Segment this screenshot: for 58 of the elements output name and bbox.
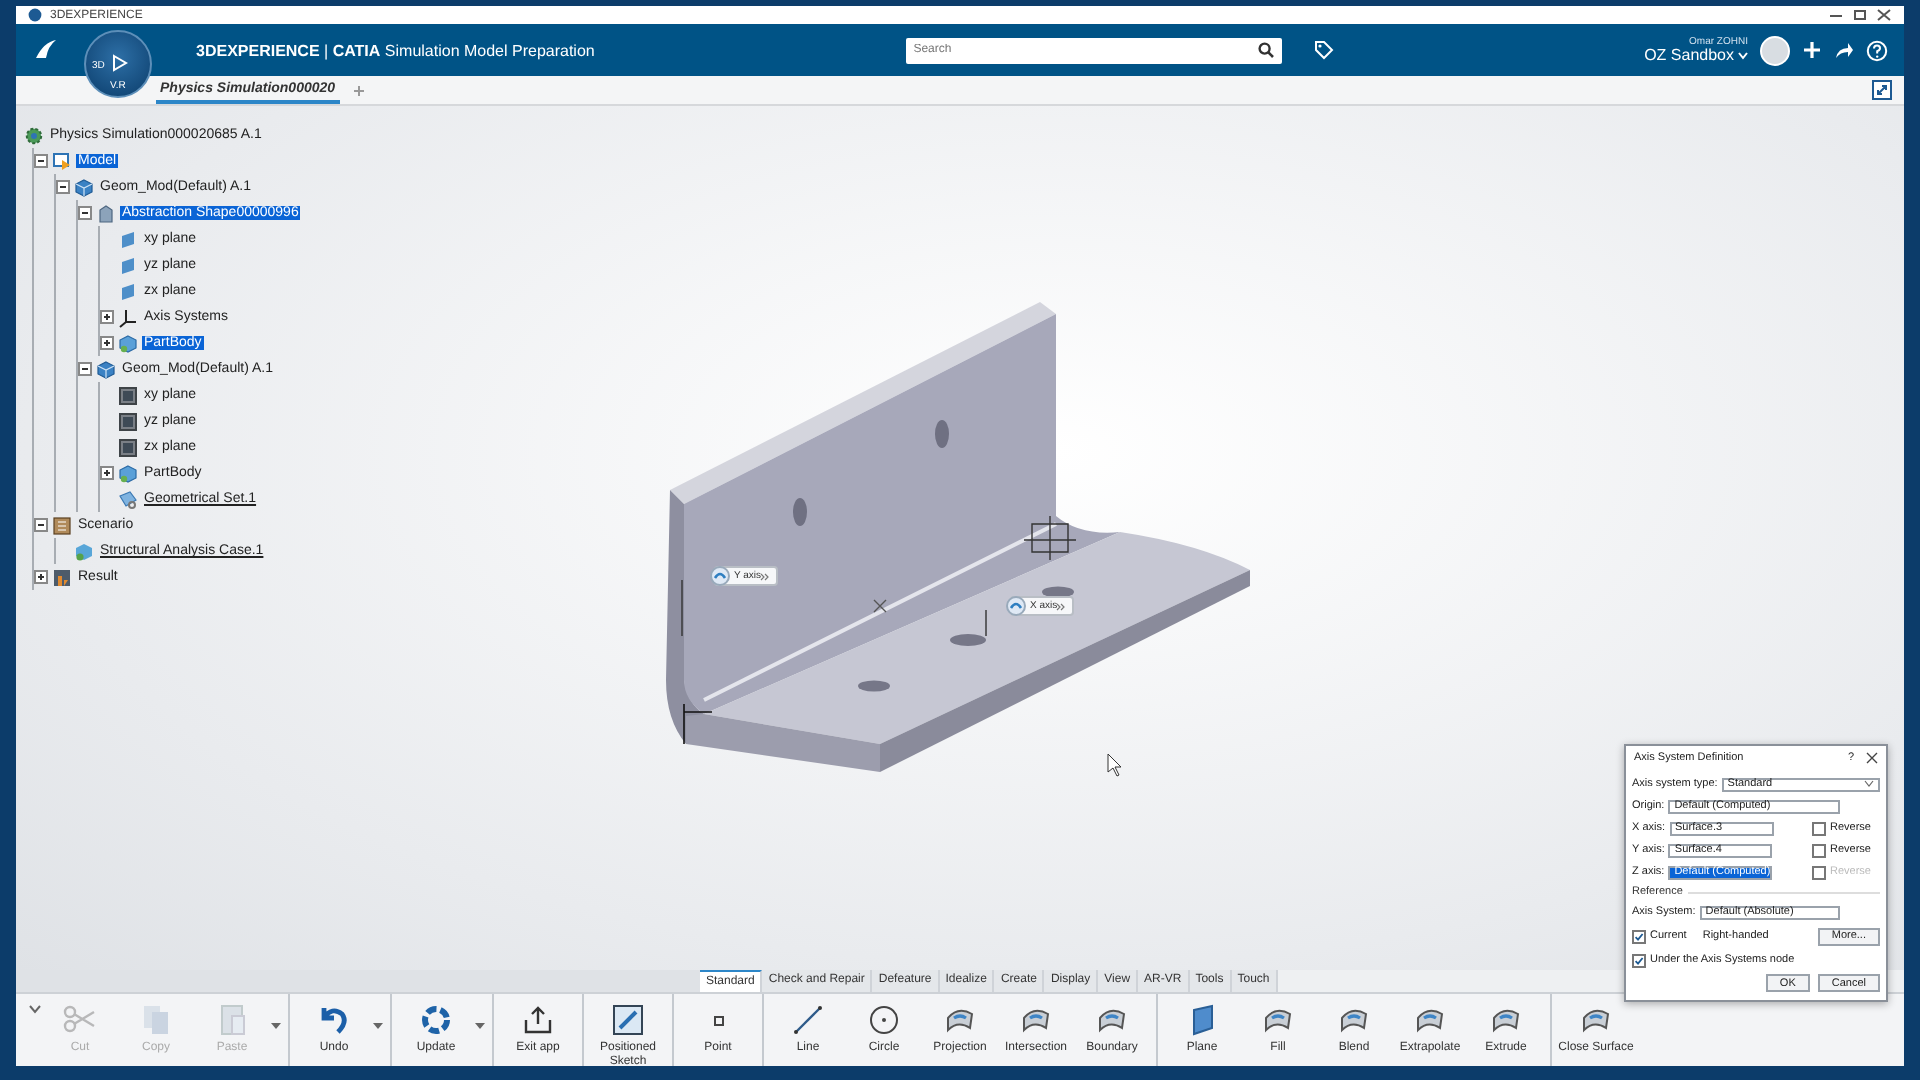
expand-node-icon[interactable] [34, 570, 48, 584]
body-icon [118, 333, 138, 353]
chevron-down-icon[interactable] [1738, 51, 1748, 59]
model-icon [52, 151, 72, 171]
maximize-icon[interactable] [1852, 8, 1868, 22]
close-icon[interactable] [1866, 752, 1878, 764]
axes-icon [118, 307, 138, 327]
collapse-node-icon[interactable] [56, 180, 70, 194]
collapse-node-icon[interactable] [78, 206, 92, 220]
tag-icon[interactable] [1313, 40, 1334, 60]
collapse-node-icon[interactable] [78, 362, 92, 376]
search-icon[interactable] [1257, 42, 1274, 58]
circle-icon [866, 1002, 902, 1038]
axis-icon [1006, 596, 1026, 616]
collapse-node-icon[interactable] [34, 518, 48, 532]
share-icon[interactable] [1834, 40, 1854, 60]
app-title: 3DEXPERIENCE | CATIA Simulation Model Preparation [196, 41, 595, 59]
gear-icon [24, 125, 44, 145]
check-icon [1634, 931, 1644, 941]
cursor-icon [1107, 753, 1122, 777]
more-icon [759, 571, 770, 581]
dropdown-caret-icon[interactable] [474, 1022, 486, 1030]
add-tab-icon[interactable] [351, 83, 366, 97]
documents-icon [138, 1002, 174, 1038]
expand-node-icon[interactable] [100, 336, 114, 350]
scenario-icon [52, 515, 72, 535]
more-icon [1055, 601, 1066, 611]
cube-icon [96, 359, 116, 379]
space-selector[interactable]: OZ Sandbox [1644, 47, 1734, 63]
export-icon [520, 1002, 556, 1038]
cube-icon [74, 177, 94, 197]
refresh-icon [418, 1002, 454, 1038]
axis-icon [710, 566, 730, 586]
avatar[interactable] [1760, 35, 1790, 65]
logo-icon [32, 38, 60, 62]
case-icon [74, 541, 94, 561]
close-icon[interactable] [1876, 8, 1892, 22]
body-icon [118, 463, 138, 483]
collapse-node-icon[interactable] [34, 154, 48, 168]
check-icon [1634, 955, 1644, 965]
undo-icon [316, 1002, 352, 1038]
chevron-down-icon [1864, 780, 1874, 788]
shape-icon [96, 203, 116, 223]
expand-node-icon[interactable] [100, 466, 114, 480]
add-icon[interactable] [1802, 40, 1822, 60]
point-icon [713, 1015, 723, 1025]
collapse-icon[interactable] [1872, 80, 1892, 100]
line-icon [790, 1002, 826, 1038]
help-icon[interactable] [1866, 39, 1888, 61]
scissors-icon [62, 1002, 98, 1038]
result-icon [52, 567, 72, 587]
play-icon [112, 54, 128, 72]
collapse-toolbar-icon[interactable] [28, 1002, 42, 1016]
expand-node-icon[interactable] [100, 310, 114, 324]
sketch-icon [610, 1002, 646, 1038]
geometry-set-icon [118, 489, 138, 509]
dropdown-caret-icon[interactable] [372, 1022, 384, 1030]
app-logo-icon [28, 8, 42, 22]
